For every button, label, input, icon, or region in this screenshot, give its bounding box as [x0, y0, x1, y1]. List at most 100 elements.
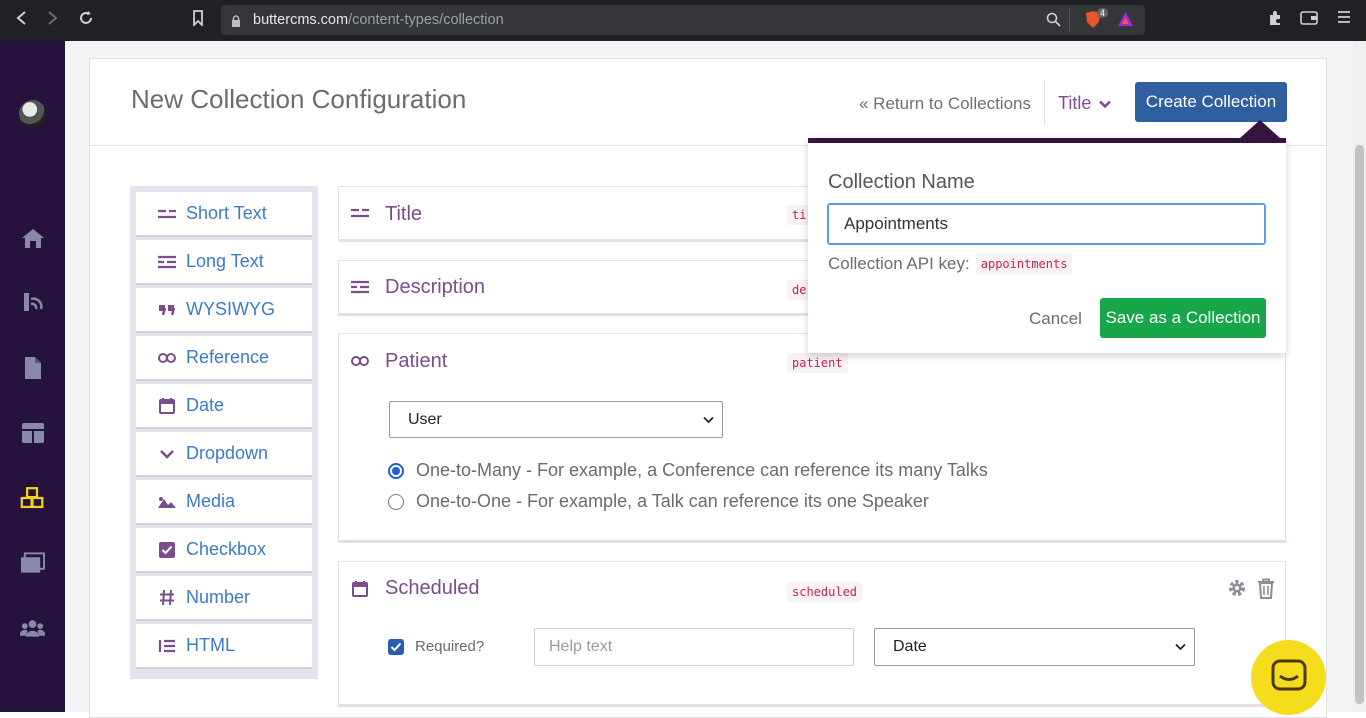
select-value: User	[408, 410, 442, 428]
header-divider	[1044, 81, 1045, 125]
lock-icon	[231, 15, 241, 27]
scrollbar-thumb[interactable]	[1355, 145, 1364, 704]
palette-item-date[interactable]: Date	[136, 384, 312, 429]
cancel-button[interactable]: Cancel	[1029, 309, 1082, 329]
shield-count-badge: 4	[1097, 8, 1109, 18]
users-icon[interactable]	[20, 615, 45, 640]
palette-item-label: Date	[186, 395, 225, 415]
field-name: Patient	[385, 350, 448, 372]
field-name: Description	[385, 276, 486, 298]
image-icon	[156, 491, 178, 513]
palette-item-checkbox[interactable]: Checkbox	[136, 528, 312, 573]
brave-rewards-icon[interactable]	[1117, 11, 1134, 32]
address-bar[interactable]: buttercms.com/content-types/collection 4	[221, 5, 1145, 35]
media-library-icon[interactable]	[20, 550, 45, 575]
reference-type-select[interactable]: User	[389, 401, 723, 438]
palette-item-label: Number	[186, 587, 251, 607]
gear-icon[interactable]	[1227, 578, 1247, 603]
palette-item-dropdown[interactable]: Dropdown	[136, 432, 312, 477]
home-icon[interactable]	[20, 225, 45, 250]
back-icon[interactable]	[14, 10, 28, 31]
palette-item-label: Reference	[186, 347, 270, 367]
urlbar-divider	[1069, 9, 1070, 31]
help-text-input[interactable]: Help text	[534, 628, 854, 666]
field-name: Scheduled	[385, 577, 480, 599]
list-icon	[156, 635, 178, 657]
field-type-palette: Short Text Long Text WYSIWYG Reference D…	[130, 186, 318, 679]
long-text-icon	[156, 251, 178, 273]
short-text-icon	[156, 203, 178, 225]
palette-item-short-text[interactable]: Short Text	[136, 192, 312, 237]
reload-icon[interactable]	[78, 10, 94, 31]
date-type-select[interactable]: Date	[874, 628, 1195, 666]
radio-button-selected[interactable]	[388, 462, 404, 479]
forward-icon[interactable]	[46, 10, 60, 31]
collection-name-input[interactable]: Appointments	[827, 203, 1266, 245]
trash-icon[interactable]	[1257, 578, 1275, 604]
collection-name-value: Appointments	[844, 214, 948, 233]
long-text-icon	[349, 276, 371, 298]
field-api-key: scheduled	[787, 582, 863, 602]
palette-item-label: Checkbox	[186, 539, 267, 559]
collections-icon[interactable]	[20, 485, 45, 510]
page-icon[interactable]	[20, 355, 45, 380]
return-to-collections-link[interactable]: « Return to Collections	[859, 94, 1031, 114]
collection-api-key-row: Collection API key: appointments	[828, 254, 1073, 274]
title-select-label: Title	[1058, 93, 1092, 113]
chevron-down-icon	[703, 411, 714, 429]
menu-icon[interactable]	[1337, 10, 1351, 29]
title-field-select[interactable]: Title	[1058, 93, 1112, 114]
palette-item-label: HTML	[186, 635, 235, 655]
palette-item-number[interactable]: Number	[136, 576, 312, 621]
calendar-icon	[349, 577, 371, 599]
chevron-down-icon	[156, 443, 178, 465]
calendar-icon	[156, 395, 178, 417]
field-api-key: patient	[787, 353, 848, 373]
collection-name-popover: Collection Name Appointments Collection …	[808, 120, 1286, 353]
radio-button[interactable]	[388, 493, 404, 510]
collection-name-label: Collection Name	[828, 171, 975, 193]
bookmark-icon[interactable]	[192, 10, 204, 31]
hash-icon	[156, 587, 178, 609]
palette-item-media[interactable]: Media	[136, 480, 312, 525]
avatar[interactable]	[19, 100, 46, 127]
browser-toolbar: buttercms.com/content-types/collection 4	[0, 0, 1366, 41]
short-text-icon	[349, 202, 371, 224]
app-sidebar	[0, 41, 65, 712]
extensions-icon[interactable]	[1267, 10, 1283, 31]
palette-item-html[interactable]: HTML	[136, 624, 312, 669]
api-key-value: appointments	[975, 254, 1073, 274]
palette-item-label: WYSIWYG	[186, 299, 275, 319]
create-collection-button[interactable]: Create Collection	[1135, 82, 1287, 122]
palette-item-wysiwyg[interactable]: WYSIWYG	[136, 288, 312, 333]
link-icon	[349, 350, 371, 372]
quote-icon	[156, 299, 178, 321]
chat-icon	[1271, 659, 1307, 696]
save-as-collection-button[interactable]: Save as a Collection	[1100, 298, 1266, 338]
page-title: New Collection Configuration	[131, 84, 467, 114]
help-text-placeholder: Help text	[549, 638, 613, 655]
radio-label: One-to-One - For example, a Talk can ref…	[416, 491, 929, 511]
radio-label: One-to-Many - For example, a Conference …	[416, 460, 988, 480]
link-icon	[156, 347, 178, 369]
url-text: buttercms.com/content-types/collection	[253, 12, 504, 28]
chevron-down-icon	[1099, 93, 1112, 114]
required-label: Required?	[415, 638, 485, 655]
popover-arrow	[1240, 120, 1280, 138]
palette-item-label: Dropdown	[186, 443, 269, 463]
field-name: Title	[385, 203, 423, 225]
select-value: Date	[893, 638, 927, 655]
zoom-icon[interactable]	[1046, 12, 1061, 32]
chat-widget-button[interactable]	[1251, 640, 1326, 715]
wallet-icon[interactable]	[1300, 10, 1318, 31]
chevron-down-icon	[1175, 638, 1186, 656]
components-icon[interactable]	[20, 420, 45, 445]
radio-one-to-one[interactable]: One-to-One - For example, a Talk can ref…	[388, 491, 929, 512]
radio-one-to-many[interactable]: One-to-Many - For example, a Conference …	[388, 460, 988, 481]
required-checkbox[interactable]	[388, 639, 404, 655]
page-scrollbar[interactable]	[1353, 41, 1366, 712]
palette-item-label: Short Text	[186, 203, 267, 223]
palette-item-reference[interactable]: Reference	[136, 336, 312, 381]
blog-icon[interactable]	[20, 290, 45, 315]
palette-item-long-text[interactable]: Long Text	[136, 240, 312, 285]
